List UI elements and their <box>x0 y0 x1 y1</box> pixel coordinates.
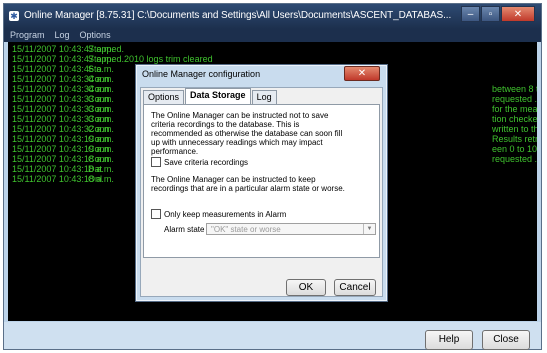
log-message-tail: een 0 to 10 seconds ... <box>492 144 537 154</box>
window-controls: – ▫ ✕ <box>460 6 535 22</box>
log-message-tail: written to the database. <box>492 124 537 134</box>
log-line: 15/11/2007 10:43:33 a.m.Conn <box>12 114 114 124</box>
chevron-down-icon: ▼ <box>363 224 375 234</box>
alarm-state-value: "OK" state or worse <box>211 225 281 234</box>
minimize-button[interactable]: – <box>461 6 480 22</box>
footer-bar: Help Close <box>4 322 541 350</box>
tab-data-storage[interactable]: Data Storage <box>185 88 251 104</box>
criteria-description: The Online Manager can be instructed not… <box>151 111 343 156</box>
save-criteria-row[interactable]: Save criteria recordings <box>151 157 248 167</box>
dialog-title: Online Manager configuration <box>142 69 261 79</box>
close-window-button[interactable]: ✕ <box>501 6 535 22</box>
log-message-tail: for the measurement. <box>492 104 537 114</box>
log-message-tail: requested ... <box>492 94 537 104</box>
title-bar[interactable]: ✱ Online Manager [8.75.31] C:\Documents … <box>4 4 541 29</box>
log-line: 15/11/2007 10:43:34 a.m.Conn <box>12 74 114 84</box>
maximize-button[interactable]: ▫ <box>481 6 500 22</box>
menu-program[interactable]: Program <box>10 29 45 42</box>
only-keep-checkbox[interactable] <box>151 209 161 219</box>
save-criteria-checkbox[interactable] <box>151 157 161 167</box>
alarm-description: The Online Manager can be instructed to … <box>151 175 345 193</box>
menu-log[interactable]: Log <box>55 29 70 42</box>
log-message-tail: Results retrieved <box>492 134 537 144</box>
tab-log[interactable]: Log <box>251 90 277 104</box>
dialog-tabs: Options Data Storage Log <box>143 88 278 104</box>
ok-button[interactable]: OK <box>286 279 326 296</box>
log-line: 15/11/2007 10:43:18 a.m.Dat <box>12 164 114 174</box>
close-button[interactable]: Close <box>482 330 530 350</box>
window-title: Online Manager [8.75.31] C:\Documents an… <box>24 10 452 21</box>
alarm-state-select[interactable]: "OK" state or worse ▼ <box>206 223 376 235</box>
log-message-tail: tion checked. <box>492 114 537 124</box>
help-button[interactable]: Help <box>425 330 473 350</box>
log-line: 15/11/2007 10:43:46 a.m.Sto <box>12 64 114 74</box>
log-message-tail: between 8 to 10 seconds ... <box>492 84 537 94</box>
log-line: 15/11/2007 10:43:18 a.m.Onl <box>12 174 114 184</box>
log-line: 15/11/2007 10:43:34 a.m.Conn <box>12 84 114 94</box>
tab-options[interactable]: Options <box>143 90 185 104</box>
only-keep-row[interactable]: Only keep measurements in Alarm <box>151 209 286 219</box>
log-line: 15/11/2007 10:43:19 a.m.Conn <box>12 134 114 144</box>
log-line: 15/11/2007 10:43:19 a.m.Conn <box>12 144 114 154</box>
alarm-state-label: Alarm state <box>164 225 205 234</box>
log-message-tail: requested ... <box>492 154 537 164</box>
data-storage-panel: The Online Manager can be instructed not… <box>143 104 380 258</box>
log-line: 15/11/2007 10:43:33 a.m.Conn <box>12 104 114 114</box>
log-line: 15/11/2007 10:43:33 a.m.Conn <box>12 94 114 104</box>
log-line: 15/11/2007 10:43:47 a.m.Stopped. <box>12 44 125 54</box>
menu-bar: Program Log Options <box>4 29 541 42</box>
log-line: 15/11/2007 10:43:47 a.m.Stopped.2010 log… <box>12 54 213 64</box>
save-criteria-label: Save criteria recordings <box>164 157 249 167</box>
menu-options[interactable]: Options <box>80 29 111 42</box>
app-icon: ✱ <box>9 11 19 21</box>
only-keep-label: Only keep measurements in Alarm <box>164 209 287 219</box>
dialog-body: Options Data Storage Log The Online Mana… <box>140 87 383 297</box>
cancel-button[interactable]: Cancel <box>334 279 376 296</box>
log-line: 15/11/2007 10:43:32 a.m.Conn <box>12 124 114 134</box>
log-line: 15/11/2007 10:43:18 a.m.Conn <box>12 154 114 164</box>
configuration-dialog: Online Manager configuration ✕ Options D… <box>135 64 388 302</box>
dialog-close-button[interactable]: ✕ <box>344 66 380 81</box>
